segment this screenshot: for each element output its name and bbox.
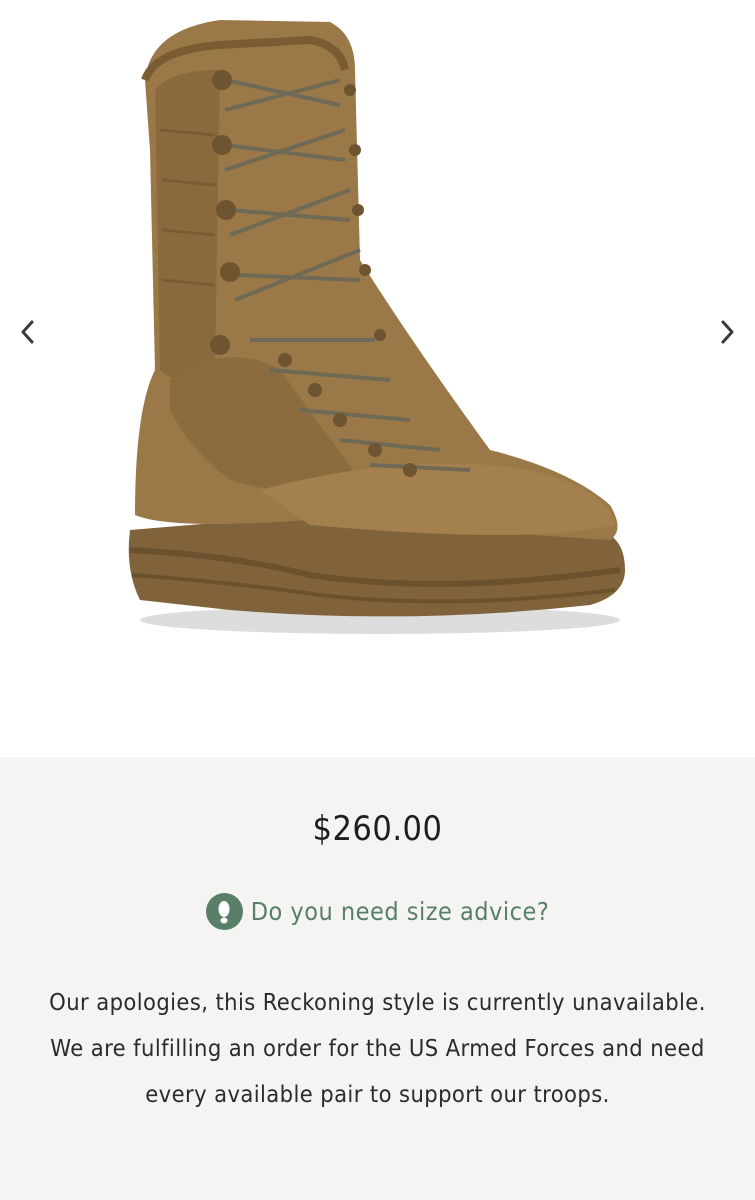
size-advice-label: Do you need size advice?: [250, 897, 550, 926]
product-price: $260.00: [312, 809, 443, 849]
chevron-right-icon: [721, 320, 734, 344]
product-image: [128, 20, 625, 634]
unavailable-notice: Our apologies, this Reckoning style is c…: [49, 988, 706, 1108]
footprint-icon: [205, 893, 243, 930]
product-image-gallery: [0, 0, 755, 757]
chevron-left-icon: [21, 320, 34, 344]
size-advice-link[interactable]: Do you need size advice?: [0, 893, 755, 930]
product-info-panel: $260.00 Do you need size advice? Our apo…: [0, 757, 755, 1200]
gallery-prev-button[interactable]: [6, 310, 50, 354]
gallery-next-button[interactable]: [705, 310, 749, 354]
